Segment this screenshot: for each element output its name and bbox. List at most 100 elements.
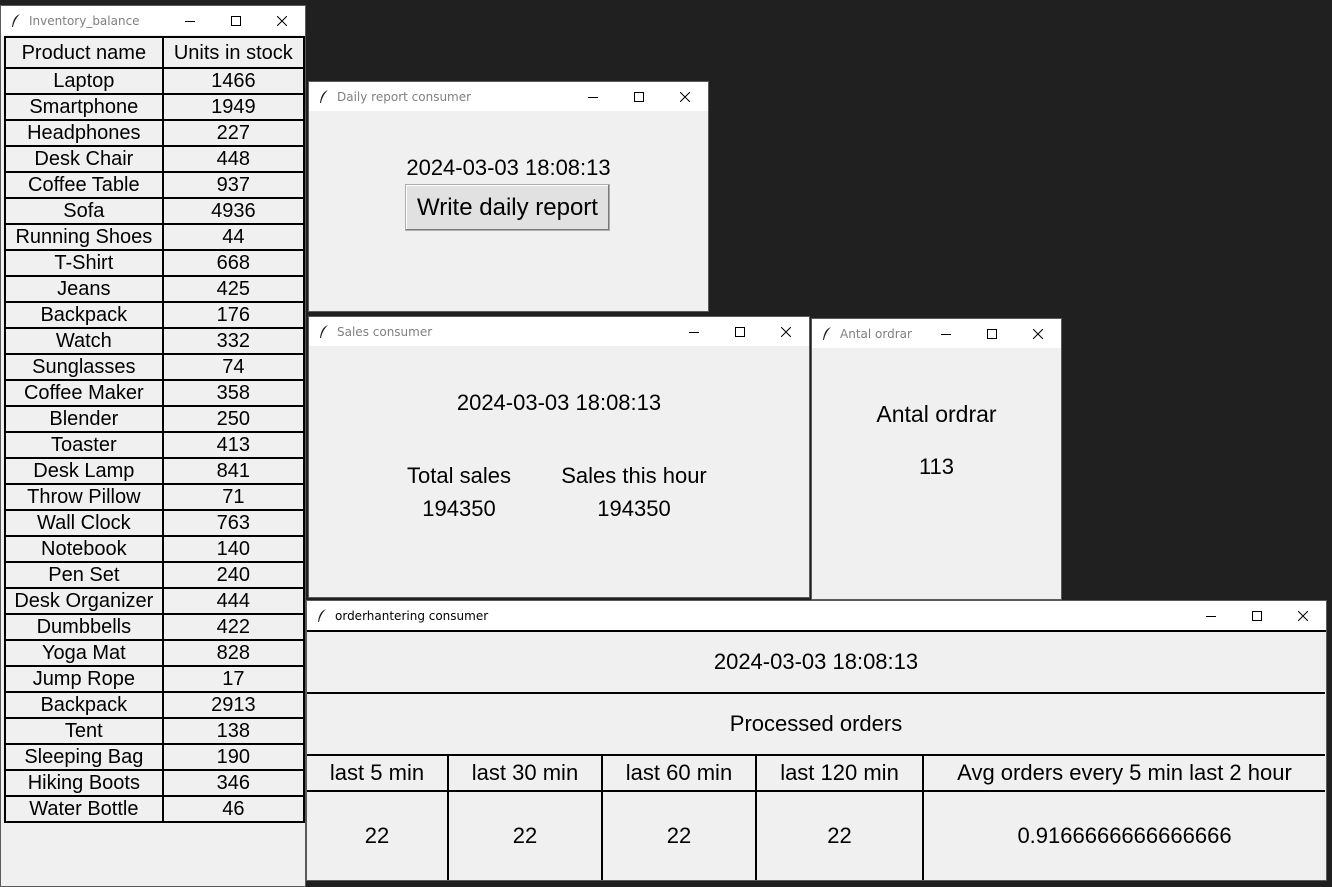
table-row: Sofa 4936 [4,197,306,225]
units-in-stock-cell: 227 [161,119,306,147]
units-in-stock-cell: 332 [161,327,306,355]
product-name-cell: Throw Pillow [4,483,164,511]
table-row: Smartphone 1949 [4,93,306,121]
product-name-cell: Headphones [4,119,164,147]
minimize-button[interactable] [167,6,213,35]
minimize-icon [1206,615,1216,617]
feather-icon [823,326,831,340]
table-row: Laptop 1466 [4,67,306,95]
table-row: Dumbbells 422 [4,613,306,641]
antal-ordrar-value: 113 [918,454,955,479]
inventory-window: Inventory_balance Product name Units in … [0,5,306,887]
maximize-button[interactable] [1234,601,1280,630]
orders-values-row: 22 22 22 22 0.9166666666666666 [307,792,1325,880]
maximize-button[interactable] [616,82,662,111]
product-name-cell: Tent [4,717,164,745]
maximize-icon [634,91,644,102]
close-button[interactable] [1015,319,1061,348]
minimize-button[interactable] [671,317,717,346]
close-button[interactable] [662,82,708,111]
inventory-titlebar[interactable]: Inventory_balance [1,6,305,35]
units-in-stock-cell: 358 [161,379,306,407]
product-name-cell: Backpack [4,691,164,719]
window-title: Antal ordrar [840,326,912,341]
maximize-button[interactable] [969,319,1015,348]
units-in-stock-cell: 2913 [161,691,306,719]
table-row: Tent 138 [4,717,306,745]
product-name-cell: Blender [4,405,164,433]
product-name-cell: Sunglasses [4,353,164,381]
product-name-cell: Water Bottle [4,795,164,823]
daily-report-titlebar[interactable]: Daily report consumer [309,82,708,111]
units-in-stock-cell: 413 [161,431,306,459]
units-in-stock-cell: 190 [161,743,306,771]
feather-icon [320,324,328,338]
units-in-stock-cell: 448 [161,145,306,173]
units-in-stock-cell: 422 [161,613,306,641]
table-row: Water Bottle 46 [4,795,306,823]
column-header-30min: last 30 min [449,756,603,790]
close-icon [680,91,690,102]
minimize-button[interactable] [570,82,616,111]
column-header-product: Product name [4,36,164,69]
table-row: Headphones 227 [4,119,306,147]
sales-titlebar[interactable]: Sales consumer [309,317,809,346]
units-in-stock-cell: 1466 [161,67,306,95]
minimize-button[interactable] [923,319,969,348]
maximize-button[interactable] [213,6,259,35]
minimize-icon [689,331,699,333]
units-in-stock-cell: 240 [161,561,306,589]
antal-ordrar-window: Antal ordrar Antal ordrar 113 [811,318,1062,600]
value-30min: 22 [449,792,603,880]
maximize-icon [231,15,241,26]
product-name-cell: T-Shirt [4,249,164,277]
inventory-client: Product name Units in stock Laptop 1466 Sm… [1,35,306,886]
product-name-cell: Dumbbells [4,613,164,641]
processed-orders-heading: Processed orders [729,711,903,736]
column-header-units: Units in stock [161,36,306,69]
table-row: Jeans 425 [4,275,306,303]
orders-header-row: last 5 min last 30 min last 60 min last … [307,756,1325,792]
close-icon [277,15,287,26]
units-in-stock-cell: 346 [161,769,306,797]
window-title: orderhantering consumer [335,608,489,623]
product-name-cell: Wall Clock [4,509,164,537]
column-header-120min: last 120 min [757,756,924,790]
units-in-stock-cell: 763 [161,509,306,537]
maximize-button[interactable] [717,317,763,346]
table-row: Coffee Maker 358 [4,379,306,407]
table-row: Blender 250 [4,405,306,433]
product-name-cell: Jeans [4,275,164,303]
product-name-cell: Coffee Table [4,171,164,199]
minimize-icon [185,20,195,22]
product-name-cell: Running Shoes [4,223,164,251]
units-in-stock-cell: 937 [161,171,306,199]
total-sales-value: 194350 [422,496,496,521]
orders-timestamp-row: 2024-03-03 18:08:13 [307,632,1325,694]
table-row: Jump Rope 17 [4,665,306,693]
minimize-button[interactable] [1188,601,1234,630]
product-name-cell: Watch [4,327,164,355]
antal-ordrar-titlebar[interactable]: Antal ordrar [812,319,1061,348]
product-name-cell: Smartphone [4,93,164,121]
write-daily-report-button[interactable]: Write daily report [405,184,610,231]
daily-report-client: 2024-03-03 18:08:13 Write daily report [309,111,708,311]
units-in-stock-cell: 71 [161,483,306,511]
product-name-cell: Backpack [4,301,164,329]
units-in-stock-cell: 4936 [161,197,306,225]
product-name-cell: Laptop [4,67,164,95]
units-in-stock-cell: 444 [161,587,306,615]
units-in-stock-cell: 17 [161,665,306,693]
close-button[interactable] [1280,601,1326,630]
close-button[interactable] [763,317,809,346]
close-icon [1298,610,1308,621]
table-row: Hiking Boots 346 [4,769,306,797]
close-button[interactable] [259,6,305,35]
product-name-cell: Jump Rope [4,665,164,693]
value-5min: 22 [307,792,449,880]
table-header-row: Product name Units in stock [4,36,306,69]
orderhantering-titlebar[interactable]: orderhantering consumer [307,601,1326,630]
inventory-table: Product name Units in stock Laptop 1466 Sm… [4,36,306,823]
maximize-icon [1252,610,1262,621]
maximize-icon [987,328,997,339]
